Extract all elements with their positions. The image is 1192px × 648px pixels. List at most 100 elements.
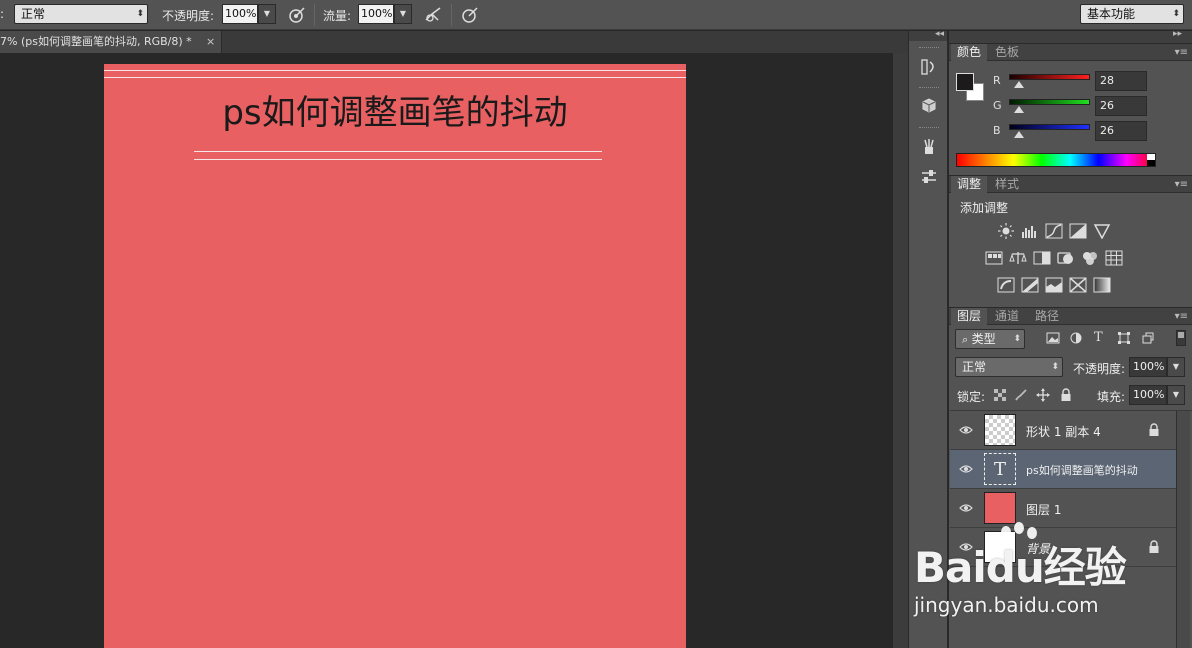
opacity-label: 不透明度:: [162, 9, 215, 23]
lock-position-icon[interactable]: [1036, 388, 1050, 402]
lock-image-pixels-icon[interactable]: [1014, 388, 1028, 402]
slider-knob-icon[interactable]: [1014, 106, 1024, 113]
filter-toggle-switch[interactable]: [1176, 330, 1186, 346]
airbrush-icon[interactable]: [423, 5, 443, 25]
selective-color-icon[interactable]: [1069, 277, 1087, 293]
color-lookup-icon[interactable]: [1105, 250, 1123, 266]
layer-filter-dropdown[interactable]: ⌕ 类型 ⬍: [955, 329, 1025, 349]
updown-arrow-icon: ⬍: [1172, 9, 1180, 19]
channel-r-slider[interactable]: [1009, 74, 1090, 80]
tab-swatches[interactable]: 色板: [989, 44, 1025, 62]
grip-icon[interactable]: [919, 87, 939, 90]
black-swatch[interactable]: [1147, 160, 1155, 166]
lock-transparent-pixels-icon[interactable]: [994, 389, 1006, 401]
grip-icon[interactable]: [919, 127, 939, 130]
fill-dropdown-button[interactable]: ▼: [1167, 385, 1185, 405]
tab-color[interactable]: 颜色: [951, 44, 988, 62]
document-canvas[interactable]: ps如何调整画笔的抖动: [104, 64, 686, 648]
pressure-opacity-icon[interactable]: [287, 5, 307, 25]
fill-input[interactable]: 100%: [1129, 385, 1167, 405]
workspace-dropdown[interactable]: 基本功能 ⬍: [1080, 4, 1184, 24]
pixel-layer-filter-icon[interactable]: [1046, 332, 1060, 344]
canvas-vertical-scrollbar[interactable]: [893, 53, 908, 648]
layer-row-selected[interactable]: T ps如何调整画笔的抖动: [950, 450, 1176, 489]
levels-icon[interactable]: [1021, 223, 1039, 239]
collapse-icon[interactable]: ◂◂: [935, 29, 944, 39]
tool-presets-icon[interactable]: [919, 167, 939, 187]
curves-icon[interactable]: [1045, 223, 1063, 239]
toggle-knob: [1178, 332, 1184, 338]
adjustment-layer-filter-icon[interactable]: [1070, 332, 1082, 344]
updown-arrow-icon: ⬍: [1051, 362, 1059, 372]
document-tab[interactable]: 7% (ps如何调整画笔的抖动, RGB/8) *: [0, 31, 222, 53]
expand-icon[interactable]: ▸▸: [1173, 29, 1182, 39]
layer-row[interactable]: 形状 1 副本 4: [950, 411, 1176, 450]
guide-line: [104, 70, 686, 71]
color-spectrum-ramp[interactable]: [956, 153, 1156, 167]
hue-saturation-icon[interactable]: [985, 250, 1003, 266]
lock-all-icon[interactable]: [1060, 388, 1072, 402]
vibrance-icon[interactable]: [1093, 223, 1111, 239]
threshold-icon[interactable]: [1045, 277, 1063, 293]
eye-visibility-icon[interactable]: [959, 501, 973, 515]
guide-line: [104, 77, 686, 78]
channel-r-input[interactable]: 28: [1095, 71, 1147, 91]
mode-dropdown[interactable]: 正常 ⬍: [14, 4, 148, 24]
triangle-down-icon: ▼: [399, 9, 407, 18]
tab-adjustments[interactable]: 调整: [951, 176, 988, 194]
channel-b-slider[interactable]: [1009, 124, 1090, 130]
photo-filter-icon[interactable]: [1057, 250, 1075, 266]
exposure-icon[interactable]: [1069, 223, 1087, 239]
opacity-dropdown-button[interactable]: ▼: [258, 4, 276, 24]
grip-icon[interactable]: [919, 47, 939, 50]
flow-dropdown-button[interactable]: ▼: [394, 4, 412, 24]
gradient-map-icon[interactable]: [1093, 277, 1111, 293]
layer-thumbnail: [984, 414, 1016, 446]
panel-menu-icon[interactable]: ▾≡: [1175, 44, 1188, 61]
channel-g-slider[interactable]: [1009, 99, 1090, 105]
layer-opacity-input[interactable]: 100%: [1129, 357, 1167, 377]
brightness-contrast-icon[interactable]: [997, 223, 1015, 239]
tab-paths[interactable]: 路径: [1029, 308, 1065, 326]
foreground-color-swatch-front[interactable]: [956, 73, 974, 91]
black-white-icon[interactable]: [1033, 250, 1051, 266]
history-icon[interactable]: [919, 57, 939, 77]
blend-mode-dropdown[interactable]: 正常 ⬍: [955, 357, 1063, 377]
layer-opacity-label: 不透明度:: [1073, 362, 1126, 376]
shape-layer-filter-icon[interactable]: [1118, 332, 1130, 344]
flow-input[interactable]: 100%: [358, 4, 394, 24]
channel-g-input[interactable]: 26: [1095, 96, 1147, 116]
layer-name[interactable]: 图层 1: [1026, 501, 1061, 518]
slider-knob-icon[interactable]: [1014, 131, 1024, 138]
dock-header: ▸▸: [949, 29, 1192, 43]
layer-name[interactable]: 形状 1 副本 4: [1026, 423, 1101, 440]
color-balance-icon[interactable]: [1009, 250, 1027, 266]
tab-channels[interactable]: 通道: [989, 308, 1025, 326]
close-tab-icon[interactable]: ×: [206, 31, 215, 53]
layer-opacity-dropdown-button[interactable]: ▼: [1167, 357, 1185, 377]
type-layer-filter-icon[interactable]: T: [1094, 330, 1103, 345]
channel-mixer-icon[interactable]: [1081, 250, 1099, 266]
add-adjustment-label: 添加调整: [960, 201, 1009, 215]
layer-filter-value: 类型: [971, 332, 996, 346]
slider-knob-icon[interactable]: [1014, 81, 1024, 88]
panel-menu-icon[interactable]: ▾≡: [1175, 308, 1188, 325]
3d-icon[interactable]: [919, 95, 939, 115]
pressure-size-icon[interactable]: [460, 5, 480, 25]
watermark-url: jingyan.baidu.com: [914, 593, 1099, 617]
layers-scrollbar[interactable]: [1176, 411, 1190, 648]
eye-visibility-icon[interactable]: [959, 462, 973, 476]
opacity-input[interactable]: 100%: [222, 4, 258, 24]
tab-layers[interactable]: 图层: [951, 308, 988, 326]
tab-styles[interactable]: 样式: [989, 176, 1025, 194]
invert-icon[interactable]: [997, 277, 1015, 293]
panel-menu-icon[interactable]: ▾≡: [1175, 176, 1188, 193]
brush-presets-icon[interactable]: [919, 137, 939, 157]
eye-visibility-icon[interactable]: [959, 423, 973, 437]
smart-object-filter-icon[interactable]: [1142, 332, 1154, 344]
canvas-title-text: ps如何调整画笔的抖动: [222, 93, 568, 133]
posterize-icon[interactable]: [1021, 277, 1039, 293]
channel-b-input[interactable]: 26: [1095, 121, 1147, 141]
layer-name[interactable]: ps如何调整画笔的抖动: [1026, 462, 1138, 478]
updown-arrow-icon: ⬍: [136, 9, 144, 19]
